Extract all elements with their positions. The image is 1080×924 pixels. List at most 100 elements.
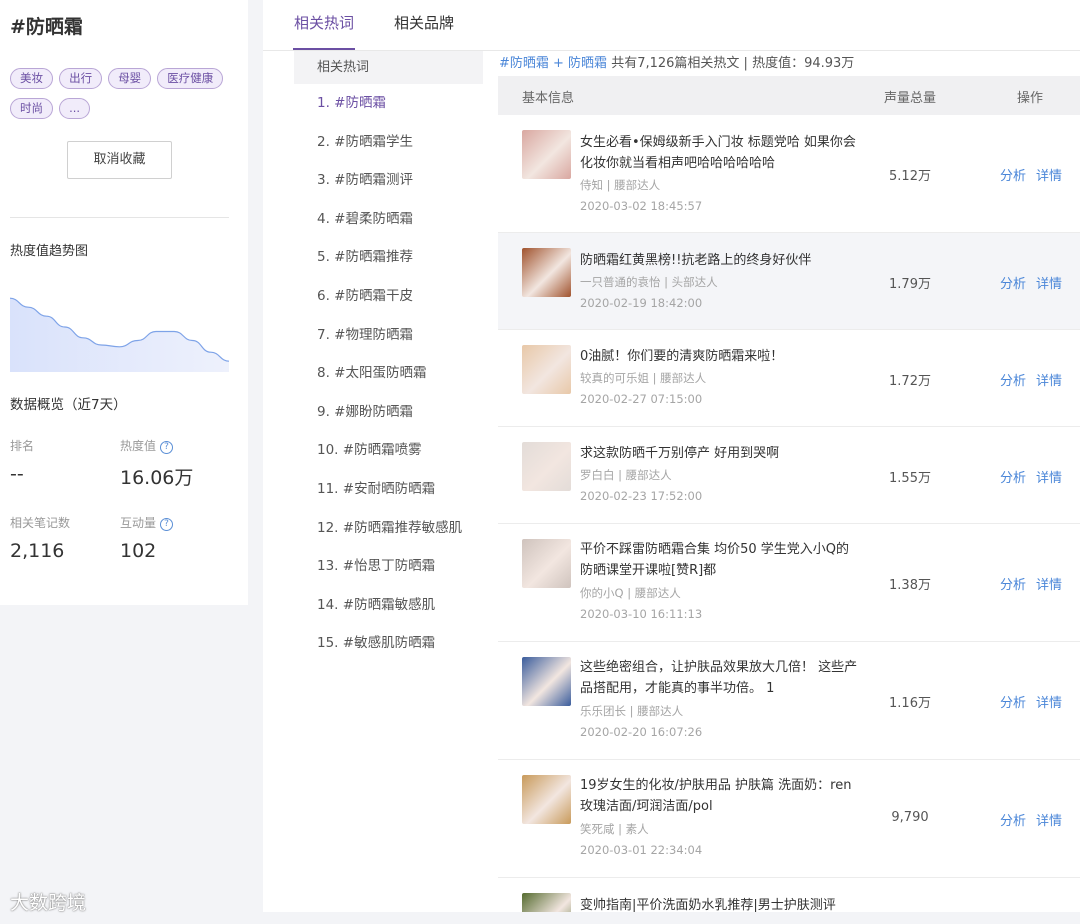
keyword-item[interactable]: 14. #防晒霜敏感肌 xyxy=(294,586,483,625)
heat-value: 16.06万 xyxy=(120,467,194,489)
summary-text: 共有7,126篇相关热文 | 热度值：94.93万 xyxy=(611,56,855,71)
post-thumbnail[interactable] xyxy=(522,345,571,394)
tab-active-indicator xyxy=(293,48,355,50)
heat-label-text: 热度值 xyxy=(120,439,157,453)
interact-label: 互动量? xyxy=(120,514,174,531)
tab-bar: 相关热词 相关品牌 xyxy=(263,0,1080,51)
divider xyxy=(10,217,229,218)
post-thumbnail[interactable] xyxy=(522,130,571,179)
post-title[interactable]: 19岁女生的化妆/护肤用品 护肤篇 洗面奶：ren玫瑰洁面/珂润洁面/pol xyxy=(580,775,862,817)
col-basic-info: 基本信息 xyxy=(522,91,575,106)
analyze-link[interactable]: 分析 xyxy=(1000,370,1026,389)
post-title[interactable]: 防晒霜红黄黑榜!!抗老路上的终身好伙伴 xyxy=(580,250,862,271)
detail-link[interactable]: 详情 xyxy=(1036,810,1062,829)
keyword-item[interactable]: 6. #防晒霜干皮 xyxy=(294,277,483,316)
post-title[interactable]: 这些绝密组合，让护肤品效果放大几倍！ 这些产品搭配用，才能真的事半功倍。 1 xyxy=(580,657,862,699)
post-title[interactable]: 平价不踩雷防晒霜合集 均价50 学生党入小Q的防晒课堂开课啦[赞R]都 xyxy=(580,539,862,581)
keyword-item[interactable]: 7. #物理防晒霜 xyxy=(294,316,483,355)
tag-item[interactable]: 母婴 xyxy=(108,68,152,89)
post-thumbnail[interactable] xyxy=(522,657,571,706)
post-author: 一只普通的袁怡 | 头部达人 xyxy=(580,275,718,289)
post-thumbnail[interactable] xyxy=(522,775,571,824)
analyze-link[interactable]: 分析 xyxy=(1000,467,1026,486)
cancel-favorite-button[interactable]: 取消收藏 xyxy=(67,141,172,179)
post-title[interactable]: 变帅指南|平价洗面奶水乳推荐|男士护肤测评 xyxy=(580,895,862,912)
tab-related-keywords[interactable]: 相关热词 xyxy=(294,12,354,33)
post-author: 较真的可乐姐 | 腰部达人 xyxy=(580,371,707,385)
table-row: 女生必看•保姆级新手入门妆 标题党哈 如果你会化妆你就当看相声吧哈哈哈哈哈哈 侍… xyxy=(498,115,1080,233)
detail-link[interactable]: 详情 xyxy=(1036,467,1062,486)
keyword-item[interactable]: 2. #防晒霜学生 xyxy=(294,123,483,162)
watermark-logo: 大数跨境 xyxy=(10,892,87,914)
overview-title: 数据概览（近7天） xyxy=(10,397,127,413)
result-summary: #防晒霜 + 防晒霜 共有7,126篇相关热文 | 热度值：94.93万 xyxy=(499,52,854,71)
post-volume: 1.38万 xyxy=(889,578,931,593)
post-volume: 9,790 xyxy=(891,810,929,825)
trend-chart xyxy=(10,297,229,372)
tag-item[interactable]: 医疗健康 xyxy=(157,68,224,89)
heat-label: 热度值? xyxy=(120,437,174,454)
topic-sidebar: #防晒霜 美妆 出行 母婴 医疗健康 时尚 ... 取消收藏 热度值趋势图 数据… xyxy=(0,0,248,605)
detail-link[interactable]: 详情 xyxy=(1036,574,1062,593)
keyword-item[interactable]: 3. #防晒霜测评 xyxy=(294,161,483,200)
notes-label: 相关笔记数 xyxy=(10,516,71,530)
keyword-item[interactable]: 12. #防晒霜推荐敏感肌 xyxy=(294,509,483,548)
keyword-item[interactable]: 15. #敏感肌防晒霜 xyxy=(294,624,483,663)
table-row: 防晒霜红黄黑榜!!抗老路上的终身好伙伴 一只普通的袁怡 | 头部达人 2020-… xyxy=(498,233,1080,330)
analyze-link[interactable]: 分析 xyxy=(1000,574,1026,593)
post-time: 2020-03-02 18:45:57 xyxy=(580,199,703,213)
table-header: 基本信息 声量总量 操作 xyxy=(498,76,1080,115)
table-row: 平价不踩雷防晒霜合集 均价50 学生党入小Q的防晒课堂开课啦[赞R]都 你的小Q… xyxy=(498,524,1080,642)
trend-title: 热度值趋势图 xyxy=(10,244,89,259)
post-volume: 1.16万 xyxy=(889,696,931,711)
detail-link[interactable]: 详情 xyxy=(1036,370,1062,389)
help-icon[interactable]: ? xyxy=(160,441,174,454)
interact-value: 102 xyxy=(120,540,157,562)
post-time: 2020-02-19 18:42:00 xyxy=(580,296,703,310)
summary-keyword-link[interactable]: #防晒霜 + 防晒霜 xyxy=(499,56,607,71)
detail-link[interactable]: 详情 xyxy=(1036,692,1062,711)
tag-item[interactable]: 美妆 xyxy=(10,68,53,89)
keyword-item[interactable]: 5. #防晒霜推荐 xyxy=(294,238,483,277)
keyword-item[interactable]: 13. #怡思丁防晒霜 xyxy=(294,547,483,586)
tag-list: 美妆 出行 母婴 医疗健康 时尚 ... xyxy=(10,67,240,127)
analyze-link[interactable]: 分析 xyxy=(1000,165,1026,184)
keyword-list: 相关热词 1. #防晒霜 2. #防晒霜学生 3. #防晒霜测评 4. #碧柔防… xyxy=(294,51,483,663)
tab-related-brands[interactable]: 相关品牌 xyxy=(394,12,454,33)
post-volume: 1.55万 xyxy=(889,471,931,486)
post-title[interactable]: 求这款防晒千万别停产 好用到哭啊 xyxy=(580,443,862,464)
post-author: 你的小Q | 腰部达人 xyxy=(580,586,681,600)
keyword-item[interactable]: 9. #娜盼防晒霜 xyxy=(294,393,483,432)
tag-item[interactable]: 出行 xyxy=(59,68,103,89)
post-thumbnail[interactable] xyxy=(522,539,571,588)
analyze-link[interactable]: 分析 xyxy=(1000,810,1026,829)
keyword-item[interactable]: 10. #防晒霜喷雾 xyxy=(294,431,483,470)
table-row: 求这款防晒千万别停产 好用到哭啊 罗白白 | 腰部达人 2020-02-23 1… xyxy=(498,427,1080,524)
post-thumbnail[interactable] xyxy=(522,893,571,912)
rank-value: -- xyxy=(10,463,24,485)
post-author: 罗白白 | 腰部达人 xyxy=(580,468,672,482)
keyword-item[interactable]: 11. #安耐晒防晒霜 xyxy=(294,470,483,509)
post-thumbnail[interactable] xyxy=(522,442,571,491)
post-author: 乐乐团长 | 腰部达人 xyxy=(580,704,684,718)
post-time: 2020-02-23 17:52:00 xyxy=(580,489,703,503)
trend-area xyxy=(10,298,229,372)
help-icon[interactable]: ? xyxy=(160,518,174,531)
detail-link[interactable]: 详情 xyxy=(1036,165,1062,184)
keyword-item[interactable]: 1. #防晒霜 xyxy=(294,84,483,123)
tag-more[interactable]: ... xyxy=(59,98,91,119)
post-title[interactable]: 0油腻！你们要的清爽防晒霜来啦！ xyxy=(580,346,862,367)
post-thumbnail[interactable] xyxy=(522,248,571,297)
post-time: 2020-02-27 07:15:00 xyxy=(580,392,703,406)
interact-label-text: 互动量 xyxy=(120,516,157,530)
table-row: 变帅指南|平价洗面奶水乳推荐|男士护肤测评 xyxy=(498,878,1080,912)
detail-link[interactable]: 详情 xyxy=(1036,273,1062,292)
post-title[interactable]: 女生必看•保姆级新手入门妆 标题党哈 如果你会化妆你就当看相声吧哈哈哈哈哈哈 xyxy=(580,132,862,174)
analyze-link[interactable]: 分析 xyxy=(1000,692,1026,711)
keyword-item[interactable]: 4. #碧柔防晒霜 xyxy=(294,200,483,239)
analyze-link[interactable]: 分析 xyxy=(1000,273,1026,292)
keyword-item[interactable]: 8. #太阳蛋防晒霜 xyxy=(294,354,483,393)
post-time: 2020-02-20 16:07:26 xyxy=(580,725,703,739)
tag-item[interactable]: 时尚 xyxy=(10,98,53,119)
table-row: 这些绝密组合，让护肤品效果放大几倍！ 这些产品搭配用，才能真的事半功倍。 1 乐… xyxy=(498,642,1080,760)
